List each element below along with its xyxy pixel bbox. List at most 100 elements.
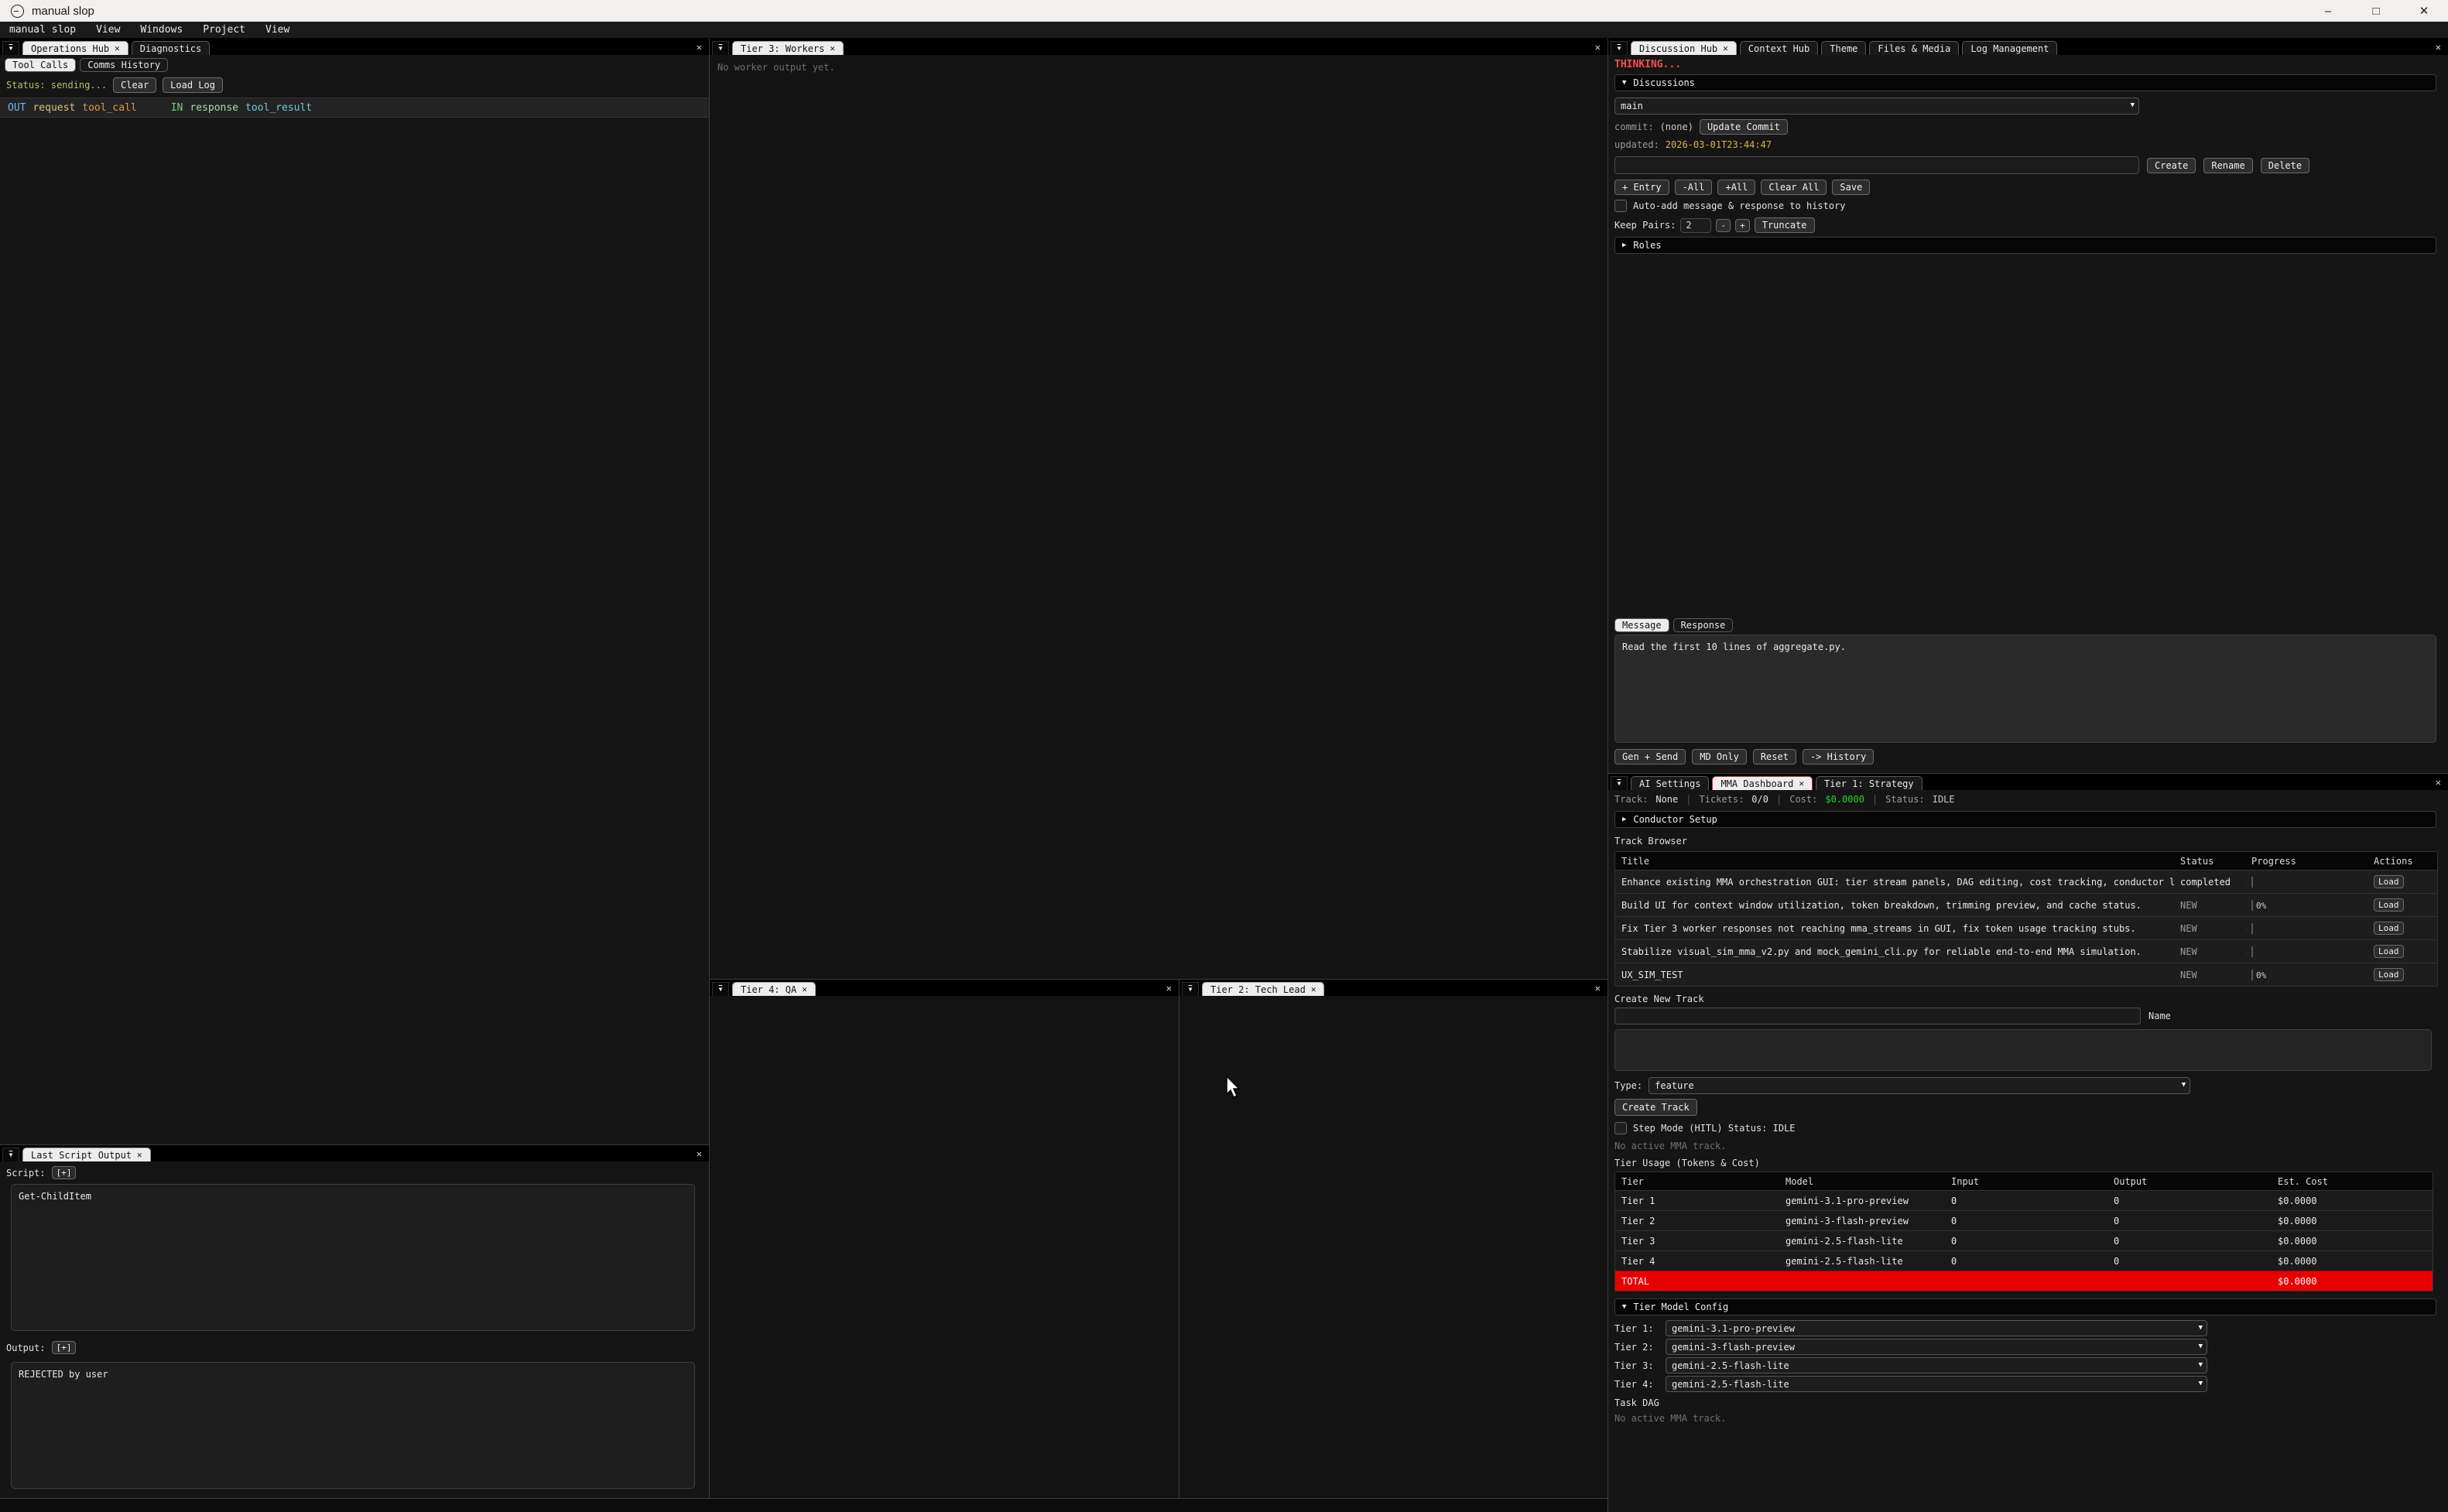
truncate-button[interactable]: Truncate bbox=[1755, 217, 1815, 233]
maximize-button[interactable]: □ bbox=[2352, 0, 2400, 22]
gen-send-button[interactable]: Gen + Send bbox=[1614, 749, 1686, 765]
message-textarea[interactable]: Read the first 10 lines of aggregate.py. bbox=[1614, 635, 2436, 743]
track-row[interactable]: Stabilize visual_sim_mma_v2.py and mock_… bbox=[1615, 939, 2437, 963]
tab-theme[interactable]: Theme bbox=[1821, 41, 1866, 55]
tier-model-config-header[interactable]: ▼ Tier Model Config bbox=[1614, 1298, 2436, 1315]
menu-item-view[interactable]: View bbox=[96, 24, 120, 36]
divider[interactable] bbox=[710, 979, 1607, 980]
menu-item-view2[interactable]: View bbox=[265, 24, 289, 36]
md-only-button[interactable]: MD Only bbox=[1692, 749, 1747, 765]
tab-operations-hub[interactable]: Operations Hub ✕ bbox=[22, 41, 128, 55]
panel-menu-icon[interactable]: ▼ bbox=[1182, 982, 1199, 996]
close-icon[interactable]: ✕ bbox=[802, 984, 807, 994]
keep-pairs-input[interactable] bbox=[1680, 218, 1711, 233]
tab-last-script-output[interactable]: Last Script Output ✕ bbox=[22, 1148, 151, 1161]
tab-tier4-qa[interactable]: Tier 4: QA ✕ bbox=[732, 982, 816, 996]
tab-tier3-workers[interactable]: Tier 3: Workers ✕ bbox=[732, 41, 844, 55]
close-icon[interactable]: ✕ bbox=[1311, 984, 1316, 994]
discussion-select[interactable]: main ▼ bbox=[1614, 97, 2139, 115]
load-track-button[interactable]: Load bbox=[2374, 875, 2404, 888]
close-icon[interactable]: ✕ bbox=[1799, 778, 1804, 788]
clear-all-button[interactable]: Clear All bbox=[1761, 180, 1827, 195]
divider[interactable] bbox=[1608, 773, 2448, 774]
close-button[interactable]: ✕ bbox=[2400, 0, 2448, 22]
clear-button[interactable]: Clear bbox=[113, 77, 156, 93]
update-commit-button[interactable]: Update Commit bbox=[1700, 119, 1788, 135]
tab-context-hub[interactable]: Context Hub bbox=[1740, 41, 1818, 55]
tool-call-log-row[interactable]: OUT request tool_call IN response tool_r… bbox=[0, 97, 709, 118]
tier2-model-select[interactable]: gemini-3-flash-preview▼ bbox=[1666, 1339, 2207, 1355]
track-row[interactable]: Fix Tier 3 worker responses not reaching… bbox=[1615, 916, 2437, 939]
load-log-button[interactable]: Load Log bbox=[163, 77, 223, 93]
panel-close-icon[interactable]: ✕ bbox=[2436, 42, 2441, 53]
reset-button[interactable]: Reset bbox=[1753, 749, 1796, 765]
panel-menu-icon[interactable]: ▼ bbox=[1611, 41, 1628, 55]
subtab-comms-history[interactable]: Comms History bbox=[80, 58, 168, 72]
collapse-all-button[interactable]: -All bbox=[1675, 180, 1713, 195]
create-track-button[interactable]: Create Track bbox=[1614, 1099, 1697, 1116]
new-track-name-input[interactable] bbox=[1614, 1007, 2141, 1025]
new-track-description-textarea[interactable] bbox=[1614, 1029, 2432, 1071]
tab-log-management[interactable]: Log Management bbox=[1962, 41, 2057, 55]
track-row[interactable]: UX_SIM_TEST NEW 0% Load bbox=[1615, 963, 2437, 986]
panel-close-icon[interactable]: ✕ bbox=[1595, 983, 1601, 994]
tab-diagnostics[interactable]: Diagnostics bbox=[132, 41, 210, 55]
discussion-name-input[interactable] bbox=[1614, 156, 2139, 174]
panel-close-icon[interactable]: ✕ bbox=[697, 42, 702, 53]
close-icon[interactable]: ✕ bbox=[830, 43, 835, 53]
panel-close-icon[interactable]: ✕ bbox=[1166, 983, 1172, 994]
divider[interactable] bbox=[709, 39, 710, 1498]
close-icon[interactable]: ✕ bbox=[115, 43, 120, 53]
rename-button[interactable]: Rename bbox=[2203, 158, 2252, 173]
load-track-button[interactable]: Load bbox=[2374, 968, 2404, 981]
tier1-model-select[interactable]: gemini-3.1-pro-preview▼ bbox=[1666, 1320, 2207, 1336]
conductor-setup-header[interactable]: ▶ Conductor Setup bbox=[1614, 811, 2436, 828]
tab-files-media[interactable]: Files & Media bbox=[1869, 41, 1959, 55]
track-row[interactable]: Build UI for context window utilization,… bbox=[1615, 893, 2437, 916]
tab-ai-settings[interactable]: AI Settings bbox=[1631, 776, 1709, 790]
create-button[interactable]: Create bbox=[2147, 158, 2196, 173]
track-row[interactable]: Enhance existing MMA orchestration GUI: … bbox=[1615, 870, 2437, 893]
output-textarea[interactable]: REJECTED by user bbox=[11, 1362, 695, 1489]
menu-item-app[interactable]: manual slop bbox=[9, 24, 76, 36]
track-type-select[interactable]: feature ▼ bbox=[1649, 1077, 2190, 1094]
step-mode-checkbox[interactable] bbox=[1614, 1122, 1627, 1134]
load-track-button[interactable]: Load bbox=[2374, 898, 2404, 912]
panel-menu-icon[interactable]: ▼ bbox=[712, 41, 729, 55]
script-textarea[interactable]: Get-ChildItem bbox=[11, 1184, 695, 1331]
load-track-button[interactable]: Load bbox=[2374, 945, 2404, 958]
panel-close-icon[interactable]: ✕ bbox=[2436, 777, 2441, 788]
auto-add-checkbox[interactable] bbox=[1614, 200, 1627, 212]
minimize-button[interactable]: – bbox=[2304, 0, 2352, 22]
load-track-button[interactable]: Load bbox=[2374, 922, 2404, 935]
script-expand-button[interactable]: [+] bbox=[52, 1166, 77, 1179]
subtab-tool-calls[interactable]: Tool Calls bbox=[5, 58, 76, 72]
keep-pairs-decrement-button[interactable]: - bbox=[1716, 219, 1731, 232]
save-button[interactable]: Save bbox=[1832, 180, 1870, 195]
add-entry-button[interactable]: + Entry bbox=[1614, 180, 1669, 195]
divider[interactable] bbox=[0, 1144, 709, 1145]
tab-response[interactable]: Response bbox=[1673, 618, 1734, 632]
tab-mma-dashboard[interactable]: MMA Dashboard ✕ bbox=[1712, 776, 1813, 790]
panel-menu-icon[interactable]: ▼ bbox=[2, 1148, 19, 1161]
panel-close-icon[interactable]: ✕ bbox=[1595, 42, 1601, 53]
tier4-model-select[interactable]: gemini-2.5-flash-lite▼ bbox=[1666, 1376, 2207, 1392]
tab-discussion-hub[interactable]: Discussion Hub ✕ bbox=[1631, 41, 1737, 55]
divider[interactable] bbox=[1607, 39, 1608, 1512]
tab-message[interactable]: Message bbox=[1614, 618, 1669, 632]
tier3-model-select[interactable]: gemini-2.5-flash-lite▼ bbox=[1666, 1357, 2207, 1373]
tab-tier1-strategy[interactable]: Tier 1: Strategy bbox=[1816, 776, 1922, 790]
roles-section-header[interactable]: ▶ Roles bbox=[1614, 237, 2436, 254]
delete-button[interactable]: Delete bbox=[2261, 158, 2309, 173]
panel-menu-icon[interactable]: ▼ bbox=[712, 982, 729, 996]
keep-pairs-increment-button[interactable]: + bbox=[1735, 219, 1750, 232]
panel-menu-icon[interactable]: ▼ bbox=[1611, 776, 1628, 790]
to-history-button[interactable]: -> History bbox=[1803, 749, 1874, 765]
tab-tier2-techlead[interactable]: Tier 2: Tech Lead ✕ bbox=[1202, 982, 1324, 996]
close-icon[interactable]: ✕ bbox=[137, 1150, 142, 1160]
close-icon[interactable]: ✕ bbox=[1723, 43, 1728, 53]
output-expand-button[interactable]: [+] bbox=[52, 1341, 77, 1354]
panel-menu-icon[interactable]: ▼ bbox=[2, 41, 19, 55]
panel-close-icon[interactable]: ✕ bbox=[697, 1148, 702, 1159]
discussions-section-header[interactable]: ▼ Discussions bbox=[1614, 74, 2436, 91]
